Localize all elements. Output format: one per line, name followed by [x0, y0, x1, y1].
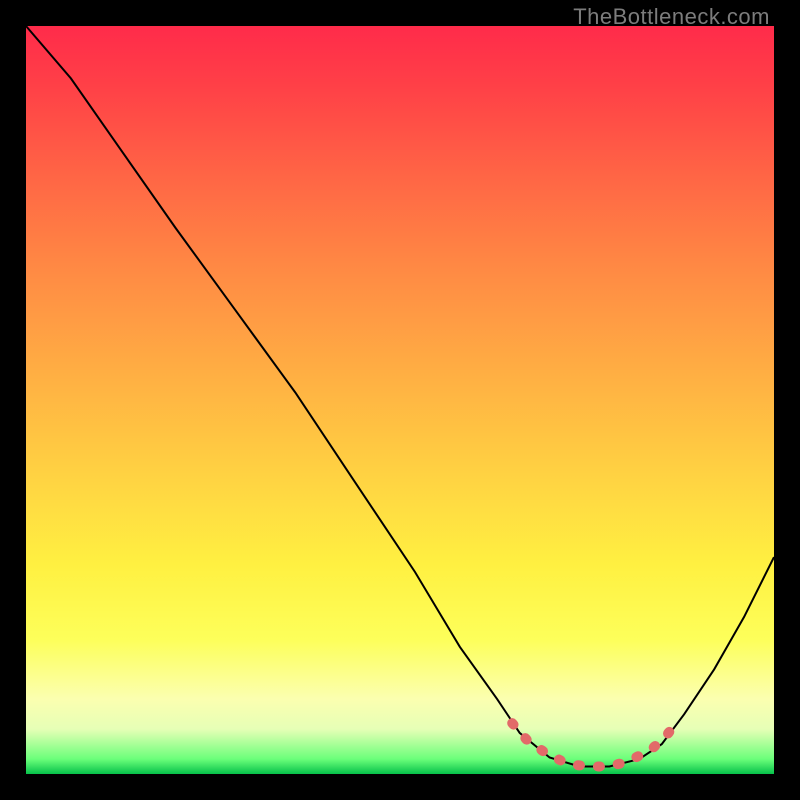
main-curve	[26, 26, 774, 767]
flat-region-highlight	[512, 718, 680, 767]
chart-svg	[26, 26, 774, 774]
chart-stage: TheBottleneck.com	[0, 0, 800, 800]
chart-plot-area	[26, 26, 774, 774]
